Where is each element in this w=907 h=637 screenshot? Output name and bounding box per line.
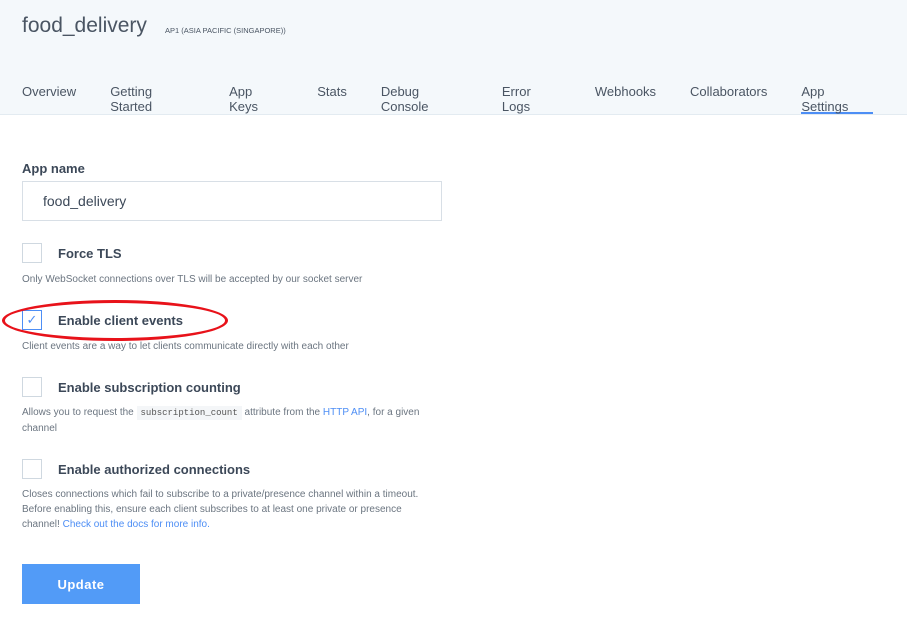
client-events-label: Enable client events (58, 313, 183, 328)
subscription-counting-label: Enable subscription counting (58, 380, 241, 395)
tab-stats[interactable]: Stats (317, 84, 347, 114)
app-name-label: App name (22, 161, 85, 176)
checkmark-icon: ✓ (26, 312, 38, 327)
app-name-input[interactable] (22, 181, 442, 221)
http-api-link[interactable]: HTTP API (323, 407, 367, 418)
code-snippet: subscription_count (136, 406, 242, 420)
tab-collaborators[interactable]: Collaborators (690, 84, 767, 114)
tab-webhooks[interactable]: Webhooks (595, 84, 656, 114)
subscription-counting-checkbox[interactable] (22, 377, 42, 397)
update-button[interactable]: Update (22, 564, 140, 604)
authorized-connections-description: Closes connections which fail to subscri… (22, 487, 442, 532)
force-tls-description: Only WebSocket connections over TLS will… (22, 274, 363, 285)
force-tls-checkbox[interactable] (22, 243, 42, 263)
tab-overview[interactable]: Overview (22, 84, 76, 114)
subscription-counting-description: Allows you to request the subscription_c… (22, 405, 442, 436)
authorized-connections-label: Enable authorized connections (58, 462, 251, 477)
tab-bar: Overview Getting Started App Keys Stats … (22, 84, 907, 114)
tab-app-keys[interactable]: App Keys (229, 84, 283, 114)
authorized-connections-checkbox[interactable] (22, 459, 42, 479)
client-events-checkbox[interactable]: ✓ (22, 310, 42, 330)
app-header: food_delivery AP1 (ASIA PACIFIC (SINGAPO… (0, 0, 907, 115)
tab-debug-console[interactable]: Debug Console (381, 84, 468, 114)
tab-app-settings[interactable]: App Settings (801, 84, 873, 114)
docs-link[interactable]: Check out the docs for more info. (63, 519, 210, 530)
app-title: food_delivery (22, 14, 147, 37)
desc-text: attribute from the (241, 407, 323, 418)
tab-getting-started[interactable]: Getting Started (110, 84, 195, 114)
desc-text: Allows you to request the (22, 407, 137, 418)
tab-error-logs[interactable]: Error Logs (502, 84, 561, 114)
client-events-description: Client events are a way to let clients c… (22, 341, 349, 352)
region-label: AP1 (ASIA PACIFIC (SINGAPORE)) (165, 26, 286, 35)
force-tls-label: Force TLS (58, 246, 122, 261)
